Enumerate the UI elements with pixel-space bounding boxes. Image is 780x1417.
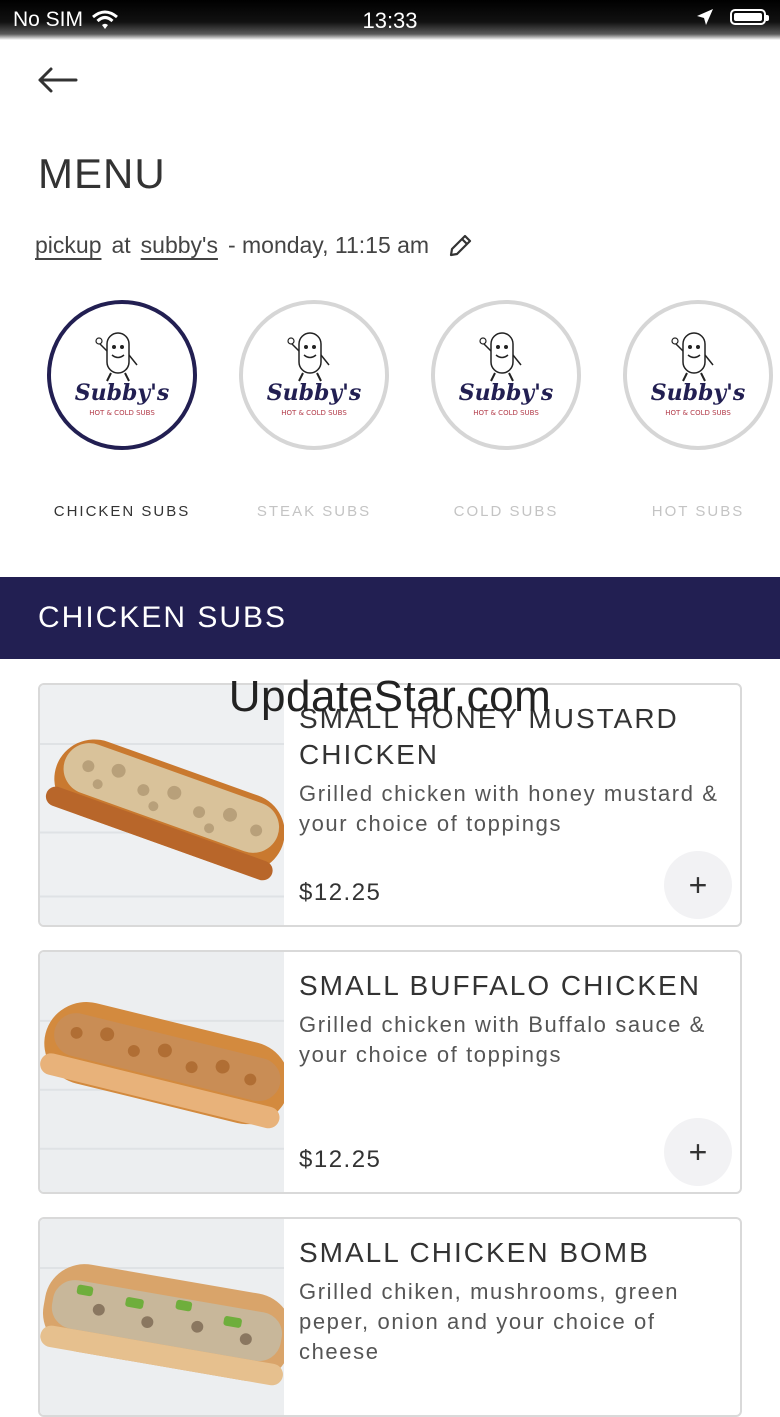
- subbys-logo-icon: Subby's HOT & COLD SUBS: [75, 332, 170, 417]
- item-price: $12.25: [299, 879, 382, 906]
- section-header: CHICKEN SUBS: [0, 577, 780, 659]
- category-image: Subby's HOT & COLD SUBS: [239, 300, 389, 450]
- item-name: SMALL CHICKEN BOMB: [299, 1237, 650, 1268]
- menu-item-card[interactable]: SMALL CHICKEN BOMB Grilled chiken, mushr…: [38, 1217, 742, 1417]
- item-price: $12.25: [299, 1146, 382, 1173]
- item-info: SMALL BUFFALO CHICKEN Grilled chicken wi…: [299, 952, 728, 1070]
- svg-text:HOT & COLD SUBS: HOT & COLD SUBS: [665, 409, 731, 417]
- add-item-button[interactable]: +: [664, 851, 732, 919]
- category-cold-subs[interactable]: Subby's HOT & COLD SUBS COLD SUBS: [410, 300, 602, 520]
- item-description: Grilled chiken, mushrooms, green peper, …: [299, 1279, 680, 1364]
- section-title: CHICKEN SUBS: [38, 601, 288, 634]
- item-name: SMALL HONEY MUSTARD CHICKEN: [299, 703, 679, 770]
- category-label: COLD SUBS: [453, 503, 559, 520]
- subbys-logo-icon: Subby's HOT & COLD SUBS: [651, 332, 746, 417]
- subbys-logo-icon: Subby's HOT & COLD SUBS: [459, 332, 554, 417]
- category-label: CHICKEN SUBS: [53, 503, 191, 520]
- pencil-edit-icon[interactable]: [447, 233, 473, 259]
- item-name: SMALL BUFFALO CHICKEN: [299, 970, 701, 1001]
- sub-photo-buffalo: [40, 952, 284, 1192]
- svg-text:HOT & COLD SUBS: HOT & COLD SUBS: [473, 409, 539, 417]
- order-mode-link[interactable]: pickup: [35, 232, 101, 259]
- category-hot-subs[interactable]: Subby's HOT & COLD SUBS HOT SUBS: [602, 300, 780, 520]
- order-location-link[interactable]: subby's: [141, 232, 218, 259]
- category-steak-subs[interactable]: Subby's HOT & COLD SUBS STEAK SUBS: [218, 300, 410, 520]
- item-info: SMALL CHICKEN BOMB Grilled chiken, mushr…: [299, 1219, 728, 1367]
- add-item-button[interactable]: +: [664, 1118, 732, 1186]
- category-image: Subby's HOT & COLD SUBS: [623, 300, 773, 450]
- category-image: Subby's HOT & COLD SUBS: [47, 300, 197, 450]
- svg-text:Subby's: Subby's: [267, 380, 362, 406]
- menu-item-card[interactable]: SMALL HONEY MUSTARD CHICKEN Grilled chic…: [38, 683, 742, 927]
- order-time-text: - monday, 11:15 am: [227, 232, 430, 258]
- back-arrow-icon[interactable]: [36, 62, 80, 98]
- svg-text:HOT & COLD SUBS: HOT & COLD SUBS: [281, 409, 347, 417]
- order-at-text: at: [111, 232, 131, 258]
- status-indicators: [696, 8, 769, 26]
- location-arrow-icon: [697, 9, 713, 25]
- svg-text:Subby's: Subby's: [459, 380, 554, 406]
- category-carousel[interactable]: Subby's HOT & COLD SUBS CHICKEN SUBS Sub…: [0, 300, 780, 530]
- sub-photo-honey-mustard: [40, 685, 284, 925]
- category-label: STEAK SUBS: [256, 503, 372, 520]
- page-title: MENU: [38, 150, 166, 197]
- status-bar: No SIM 13:33: [0, 0, 780, 40]
- svg-text:Subby's: Subby's: [651, 380, 746, 406]
- category-image: Subby's HOT & COLD SUBS: [431, 300, 581, 450]
- menu-item-card[interactable]: SMALL BUFFALO CHICKEN Grilled chicken wi…: [38, 950, 742, 1194]
- svg-text:Subby's: Subby's: [75, 380, 170, 406]
- clock: 13:33: [362, 8, 418, 33]
- item-info: SMALL HONEY MUSTARD CHICKEN Grilled chic…: [299, 685, 728, 839]
- item-description: Grilled chicken with honey mustard & you…: [299, 781, 719, 836]
- svg-text:HOT & COLD SUBS: HOT & COLD SUBS: [89, 409, 155, 417]
- order-details: pickup at subby's - monday, 11:15 am: [35, 232, 473, 259]
- sub-photo-chicken-bomb: [40, 1219, 284, 1415]
- subbys-logo-icon: Subby's HOT & COLD SUBS: [267, 332, 362, 417]
- category-chicken-subs[interactable]: Subby's HOT & COLD SUBS CHICKEN SUBS: [26, 300, 218, 520]
- category-label: HOT SUBS: [651, 503, 745, 520]
- battery-icon: [730, 9, 769, 25]
- item-description: Grilled chicken with Buffalo sauce & you…: [299, 1012, 706, 1067]
